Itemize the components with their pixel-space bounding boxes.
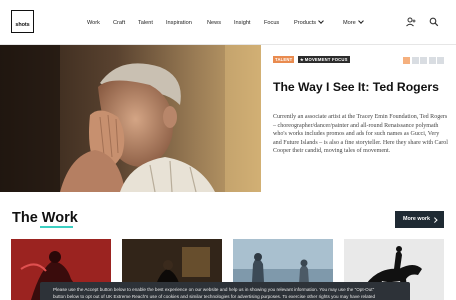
nav-item-talent[interactable]: Talent <box>138 17 153 29</box>
tag-movement-focus-label: MOVEMENT FOCUS <box>304 57 348 62</box>
nav-item-more-label: More <box>343 20 356 26</box>
logo[interactable]: shots <box>11 10 34 33</box>
nav-item-insight[interactable]: Insight <box>234 17 250 29</box>
chevron-down-icon <box>357 17 364 24</box>
title-underline <box>40 226 73 228</box>
carousel-dot[interactable] <box>403 57 410 64</box>
user-icon[interactable] <box>405 16 417 28</box>
cookie-text-line-2: button below to opt out of UK Extreme Re… <box>53 294 376 299</box>
cookie-text-line-1: Please use the Accept button below to en… <box>53 287 375 292</box>
nav-item-news[interactable]: News <box>207 17 221 29</box>
nav-item-more[interactable]: More <box>343 17 364 29</box>
chevron-right-icon <box>431 217 437 223</box>
hero-body: Currently an associate artist at the Tra… <box>273 114 448 155</box>
search-icon[interactable] <box>428 16 440 28</box>
cookie-banner: Please use the Accept button below to en… <box>40 282 410 300</box>
carousel-dot[interactable] <box>420 57 427 64</box>
carousel-dot[interactable] <box>437 57 444 64</box>
carousel-dot[interactable] <box>428 57 436 64</box>
chevron-down-icon <box>318 17 324 24</box>
carousel-dots <box>403 57 444 64</box>
page: shots Work Craft Talent Inspiration News… <box>0 0 456 300</box>
more-work-button[interactable]: More work <box>395 211 444 228</box>
star-icon: ★ <box>300 57 304 62</box>
nav-item-products[interactable]: Products <box>294 17 324 29</box>
logo-text: shots <box>15 22 30 28</box>
hero-title[interactable]: The Way I See It: Ted Rogers <box>273 80 443 95</box>
nav-item-products-label: Products <box>294 20 317 26</box>
more-work-label: More work <box>403 216 430 222</box>
hero-portrait-illustration <box>0 45 261 192</box>
carousel-dot[interactable] <box>411 57 419 64</box>
nav-item-focus[interactable]: Focus <box>264 17 279 29</box>
hero-image[interactable] <box>0 45 261 192</box>
tag-movement-focus[interactable]: ★MOVEMENT FOCUS <box>298 56 350 63</box>
nav-item-work[interactable]: Work <box>87 17 100 29</box>
nav-item-craft[interactable]: Craft <box>113 17 125 29</box>
section-title-the-work: The Work <box>12 210 78 226</box>
tag-talent[interactable]: TALENT <box>273 56 295 63</box>
site-header: shots Work Craft Talent Inspiration News… <box>0 0 456 45</box>
nav-item-inspiration[interactable]: Inspiration <box>166 17 192 29</box>
